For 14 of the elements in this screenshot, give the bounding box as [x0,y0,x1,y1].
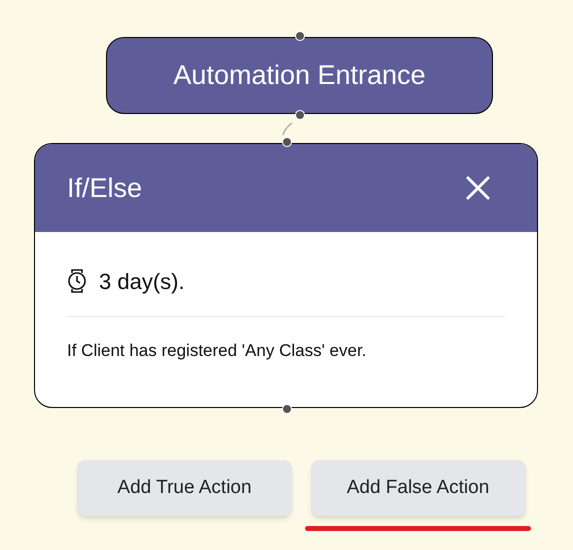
condition-text: If Client has registered 'Any Class' ever. [67,340,368,362]
watch-icon [67,268,87,294]
if-else-node[interactable]: If/Else 3 day(s). If Client has registered 'Any Class' ever. [34,143,538,408]
connector-line [280,122,294,136]
entrance-node[interactable]: Automation Entrance [106,37,493,114]
connection-handle[interactable] [294,31,304,41]
node-title: If/Else [67,172,142,205]
connection-handle[interactable] [282,137,292,147]
connection-handle[interactable] [294,110,304,120]
add-action-button[interactable]: Add True Action [77,460,292,516]
close-icon[interactable] [465,175,491,201]
delay-text: 3 day(s). [99,268,185,296]
add-action-button[interactable]: Add False Action [310,460,526,516]
connection-handle[interactable] [282,404,292,414]
